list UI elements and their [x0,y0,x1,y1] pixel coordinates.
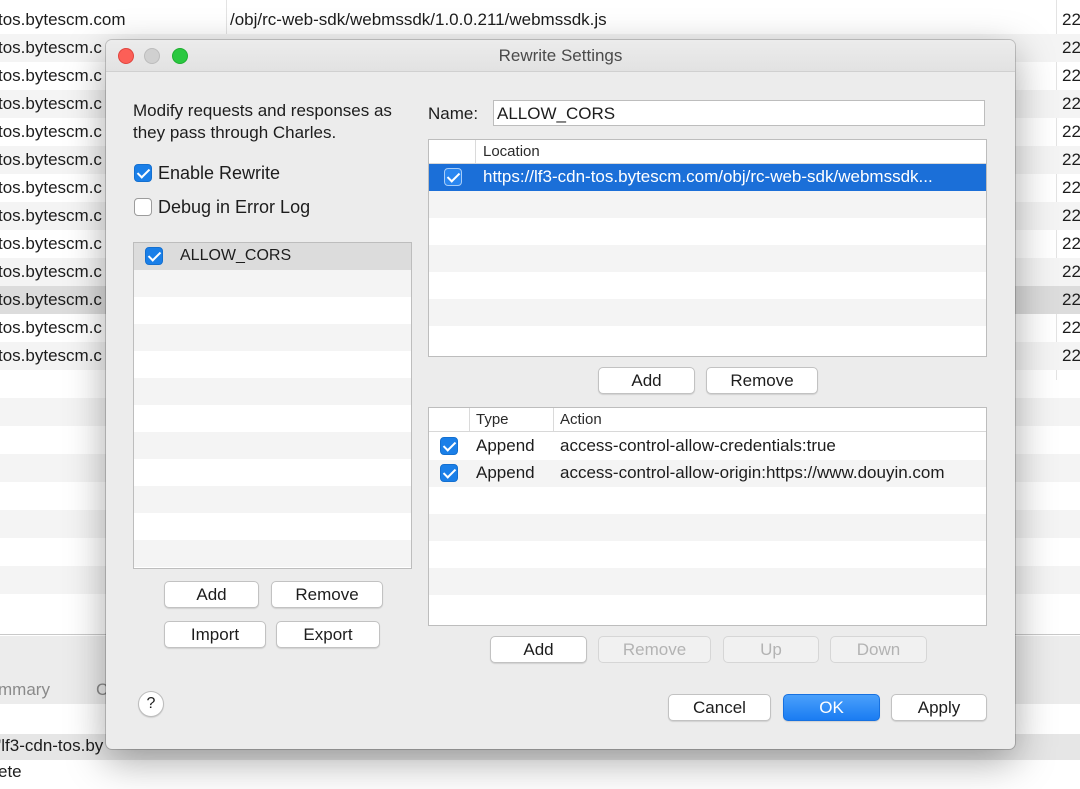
path-cell: /obj/rc-web-sdk/webmssdk/1.0.0.211/webms… [230,10,607,29]
detail-status-text: ete [0,762,22,781]
empty-row [429,514,986,541]
host-cell: tos.bytescm.c [0,206,102,225]
host-cell: tos.bytescm.c [0,150,102,169]
description-text: Modify requests and responses as they pa… [133,101,392,142]
checkbox-checked-icon[interactable] [134,164,152,183]
rewrite-sets-list[interactable]: ALLOW_CORS [133,242,412,569]
header-divider [475,140,476,163]
rules-down-button: Down [830,636,927,663]
locations-header: Location [429,140,986,164]
host-cell: tos.bytescm.c [0,346,102,365]
header-divider [469,408,470,431]
empty-row [134,432,411,459]
checkbox-unchecked-icon[interactable] [134,198,152,217]
empty-row [429,191,986,218]
rewrite-settings-dialog: Rewrite Settings Modify requests and res… [106,40,1015,749]
rules-add-button[interactable]: Add [490,636,587,663]
dialog-title: Rewrite Settings [498,46,623,65]
host-cell: tos.bytescm.c [0,234,102,253]
ok-button[interactable]: OK [783,694,880,721]
location-column-header[interactable]: Location [483,140,540,163]
size-cell: 22 [1062,318,1080,337]
host-cell: tos.bytescm.c [0,262,102,281]
location-url-text: https://lf3-cdn-tos.bytescm.com/obj/rc-w… [483,167,933,186]
sets-export-button[interactable]: Export [276,621,380,648]
size-cell: 22 [1062,66,1080,85]
locations-remove-button[interactable]: Remove [706,367,818,394]
empty-row [429,245,986,272]
empty-row [134,378,411,405]
enable-rewrite-label: Enable Rewrite [158,162,281,183]
host-cell: tos.bytescm.c [0,122,102,141]
locations-add-button[interactable]: Add [598,367,695,394]
size-cell: 22 [1062,262,1080,281]
size-cell: 22 [1062,234,1080,253]
type-column-header[interactable]: Type [476,408,509,431]
cancel-button[interactable]: Cancel [668,694,771,721]
host-cell: tos.bytescm.c [0,178,102,197]
tab-summary[interactable]: mmary [0,680,50,700]
size-cell: 22 [1062,122,1080,141]
size-cell: 22 [1062,94,1080,113]
size-cell: 22 [1062,206,1080,225]
rules-remove-button: Remove [598,636,711,663]
empty-row [134,270,411,297]
location-enabled-checkbox[interactable] [444,168,462,186]
empty-row [429,299,986,326]
rules-up-button: Up [723,636,819,663]
size-cell: 22 [1062,150,1080,169]
detail-url-text: 'lf3-cdn-tos.by [0,736,104,755]
sets-remove-button[interactable]: Remove [271,581,383,608]
rule-action-text: access-control-allow-credentials:true [560,436,836,455]
host-cell: tos.bytescm.c [0,66,102,85]
name-input[interactable]: ALLOW_CORS [493,100,985,126]
empty-row [134,324,411,351]
list-item[interactable]: ALLOW_CORS [134,243,411,270]
rules-table[interactable]: Type Action Append access-control-allow-… [428,407,987,626]
size-cell: 22 [1062,290,1080,309]
action-column-header[interactable]: Action [560,408,602,431]
dialog-titlebar[interactable]: Rewrite Settings [106,40,1015,72]
debug-error-log-checkbox[interactable]: Debug in Error Log [134,196,310,218]
set-name-text: ALLOW_CORS [180,247,292,264]
table-row[interactable]: tos.bytescm.com /obj/rc-web-sdk/webmssdk… [0,6,1080,34]
empty-row [429,568,986,595]
set-enabled-checkbox[interactable] [145,247,163,265]
enable-rewrite-checkbox[interactable]: Enable Rewrite [134,162,280,184]
host-cell: tos.bytescm.c [0,318,102,337]
apply-button[interactable]: Apply [891,694,987,721]
table-row[interactable]: Append access-control-allow-credentials:… [429,433,986,460]
rules-header: Type Action [429,408,986,432]
sets-import-button[interactable]: Import [164,621,266,648]
rule-action-text: access-control-allow-origin:https://www.… [560,463,945,482]
size-cell: 22 [1062,346,1080,365]
table-row[interactable]: Append access-control-allow-origin:https… [429,460,986,487]
size-cell: 22 [1062,178,1080,197]
empty-row [134,540,411,567]
rule-enabled-checkbox[interactable] [440,437,458,455]
name-label: Name: [428,104,479,123]
header-divider [553,408,554,431]
rule-type-text: Append [476,436,535,455]
table-row-selected[interactable]: https://lf3-cdn-tos.bytescm.com/obj/rc-w… [429,164,986,191]
help-button[interactable]: ? [138,691,164,717]
host-cell: tos.bytescm.c [0,290,102,309]
size-cell: 22 [1062,10,1080,29]
rule-enabled-checkbox[interactable] [440,464,458,482]
rule-type-text: Append [476,463,535,482]
host-cell: tos.bytescm.c [0,38,102,57]
size-cell: 22 [1062,38,1080,57]
locations-table[interactable]: Location https://lf3-cdn-tos.bytescm.com… [428,139,987,357]
host-cell: tos.bytescm.c [0,94,102,113]
sets-add-button[interactable]: Add [164,581,259,608]
debug-error-log-label: Debug in Error Log [158,196,311,217]
host-cell: tos.bytescm.com [0,10,126,29]
empty-row [134,486,411,513]
